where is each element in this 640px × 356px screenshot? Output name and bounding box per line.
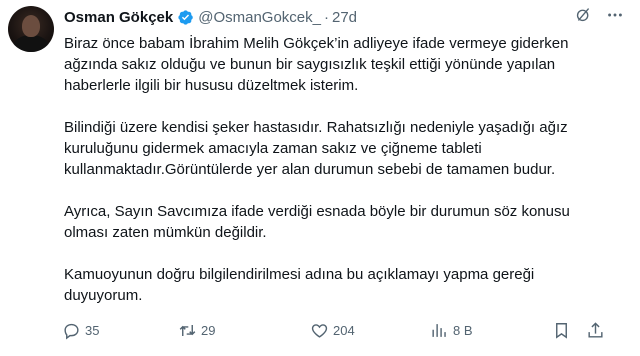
tweet-header: Osman Gökçek @OsmanGokcek_ · 27d [64,6,357,28]
separator-dot: · [324,8,329,26]
tweet-text: Biraz önce babam İbrahim Melih Gökçek’in… [64,33,624,327]
avatar[interactable] [8,6,54,52]
like-button[interactable]: 204 [310,317,355,343]
avatar-body [13,35,49,52]
tweet-paragraph: Bilindiği üzere kendisi şeker hastasıdır… [64,119,568,178]
tweet-paragraph: Ayrıca, Sayın Savcımıza ifade verdiği es… [64,203,570,241]
retweet-icon [179,324,196,336]
avatar-face [22,15,40,37]
top-right-controls [575,6,624,28]
grok-icon[interactable] [575,6,592,28]
reply-icon [64,323,79,339]
more-icon[interactable] [606,6,624,29]
views-count: 8 B [453,322,473,338]
verified-badge-icon [177,9,194,26]
views-icon [432,323,446,337]
bookmark-button[interactable] [552,317,571,343]
retweet-count: 29 [201,322,216,338]
author-name[interactable]: Osman Gökçek [64,9,173,26]
like-count: 204 [333,322,355,338]
tweet: Osman Gökçek @OsmanGokcek_ · 27d Biraz ö… [0,0,640,356]
reply-count: 35 [85,322,100,338]
share-button[interactable] [586,317,605,343]
tweet-paragraph: Biraz önce babam İbrahim Melih Gökçek’in… [64,35,569,94]
share-icon [588,321,603,338]
reply-button[interactable]: 35 [62,317,99,343]
retweet-button[interactable]: 29 [178,317,215,343]
tweet-paragraph: Kamuoyunun doğru bilgilendirilmesi adına… [64,266,535,304]
views-button[interactable]: 8 B [430,317,473,343]
tweet-time[interactable]: 27d [332,9,357,26]
heart-icon [311,323,328,338]
tweet-actions: 35 29 204 8 B [56,317,612,343]
author-handle[interactable]: @OsmanGokcek_ [198,9,321,26]
bookmark-icon [556,322,567,339]
